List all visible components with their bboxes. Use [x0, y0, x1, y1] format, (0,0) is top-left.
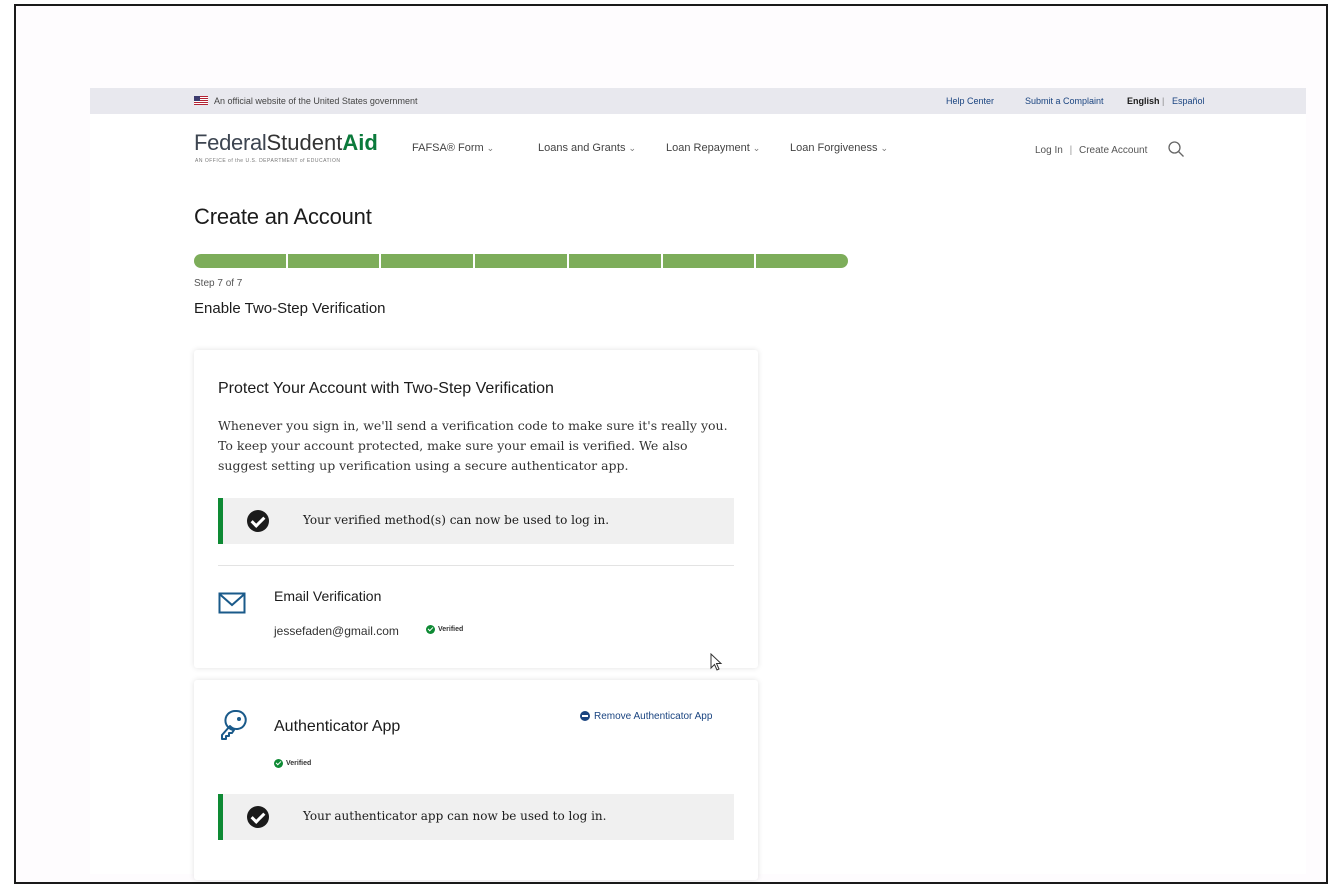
nav-label: Loan Forgiveness — [790, 142, 878, 154]
authenticator-app-title: Authenticator App — [274, 718, 401, 735]
federal-student-aid-logo[interactable]: FederalStudentAid AN OFFICE of the U.S. … — [194, 130, 378, 164]
alert-message: Your verified method(s) can now be used … — [303, 513, 610, 527]
language-espanol-link[interactable]: Español — [1172, 96, 1205, 106]
nav-label: Loan Repayment — [666, 142, 750, 154]
page-content: FederalStudentAid AN OFFICE of the U.S. … — [90, 114, 1306, 880]
chevron-down-icon: ⌄ — [752, 143, 761, 153]
create-account-link[interactable]: Create Account — [1079, 145, 1147, 156]
check-circle-icon — [274, 759, 283, 768]
verified-badge: Verified — [426, 625, 463, 634]
alert-message: Your authenticator app can now be used t… — [303, 809, 607, 823]
logo-word-student: Student — [266, 130, 343, 155]
authenticator-alert: Your authenticator app can now be used t… — [218, 794, 734, 840]
screen-frame: An official website of the United States… — [14, 4, 1328, 884]
chevron-down-icon: ⌄ — [628, 143, 636, 153]
chevron-down-icon: ⌄ — [880, 143, 888, 153]
progress-segment — [287, 254, 380, 268]
submit-complaint-link[interactable]: Submit a Complaint — [1025, 96, 1104, 106]
account-separator: | — [1069, 145, 1073, 156]
checkmark-icon — [247, 806, 269, 828]
step-label: Step 7 of 7 — [194, 278, 243, 289]
progress-segment — [475, 254, 567, 268]
language-separator: | — [1162, 96, 1165, 106]
progress-segment — [381, 254, 474, 268]
verified-methods-alert: Your verified method(s) can now be used … — [218, 498, 734, 544]
log-in-link[interactable]: Log In — [1035, 145, 1063, 156]
chevron-down-icon: ⌄ — [486, 143, 495, 153]
remove-authenticator-app-button[interactable]: Remove Authenticator App — [580, 711, 712, 722]
progress-segment — [194, 254, 286, 268]
progress-segment — [568, 254, 661, 268]
progress-segment — [756, 254, 849, 268]
nav-loan-forgiveness[interactable]: Loan Forgiveness ⌄ — [790, 142, 888, 154]
page-title: Create an Account — [194, 204, 372, 229]
logo-word-aid: Aid — [342, 130, 378, 155]
check-circle-icon — [426, 625, 435, 634]
card-heading: Protect Your Account with Two-Step Verif… — [218, 380, 554, 397]
logo-word-federal: Federal — [194, 130, 267, 155]
card-description: Whenever you sign in, we'll send a verif… — [218, 418, 728, 473]
account-links: Log In | Create Account — [1035, 145, 1147, 156]
email-verification-title: Email Verification — [274, 588, 382, 604]
help-center-link[interactable]: Help Center — [946, 96, 994, 106]
nav-loan-repayment[interactable]: Loan Repayment ⌄ — [666, 142, 760, 154]
language-english[interactable]: English — [1127, 96, 1160, 106]
verified-badge: Verified — [274, 759, 311, 768]
progress-bar — [194, 254, 849, 268]
minus-circle-icon — [580, 711, 590, 722]
mouse-cursor-icon — [710, 653, 723, 671]
progress-segment — [662, 254, 755, 268]
email-address: jessefaden@gmail.com — [274, 624, 399, 638]
envelope-icon — [218, 592, 246, 614]
checkmark-icon — [247, 510, 269, 532]
us-flag-icon — [194, 96, 208, 105]
nav-loans-and-grants[interactable]: Loans and Grants ⌄ — [538, 142, 636, 154]
official-website-text: An official website of the United States… — [214, 96, 418, 106]
authenticator-app-card: Authenticator App Remove Authenticator A… — [194, 680, 758, 880]
nav-label: FAFSA® Form — [412, 142, 484, 154]
divider — [218, 565, 734, 566]
step-heading: Enable Two-Step Verification — [194, 300, 386, 317]
nav-fafsa-form[interactable]: FAFSA® Form ⌄ — [412, 142, 494, 154]
logo-tagline: AN OFFICE of the U.S. DEPARTMENT of EDUC… — [195, 158, 341, 164]
protect-account-card: Protect Your Account with Two-Step Verif… — [194, 350, 758, 668]
nav-label: Loans and Grants — [538, 142, 626, 154]
search-icon[interactable] — [1167, 140, 1185, 158]
key-icon — [221, 709, 247, 740]
gov-banner: An official website of the United States… — [90, 88, 1306, 114]
